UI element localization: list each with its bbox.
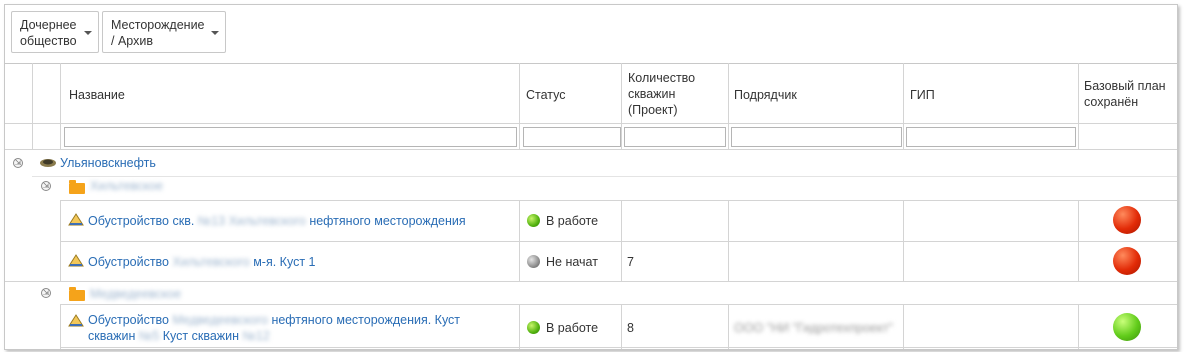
col-divider [903,63,904,149]
col-divider [32,63,33,149]
header-name[interactable]: Название [69,87,125,103]
col-divider [903,200,904,281]
col-divider [728,200,729,281]
header-baseline-saved[interactable]: Базовый план сохранён [1084,78,1166,110]
project-name-prefix[interactable]: Обустройство [88,313,169,327]
contractor-name: ООО "НИ "Гидротехпроект" [734,321,893,335]
filter-toolbar: Дочернее общество Месторождение / Архив [5,5,1177,64]
col-divider [1078,304,1079,349]
tree-group-label[interactable]: Медведеевское [90,286,181,302]
status-in-progress-icon [527,214,540,227]
col-divider [519,304,520,349]
status-text: В работе [546,321,599,335]
collapse-icon[interactable]: ⇲ [13,158,23,168]
col-divider [60,63,61,149]
row-divider [60,200,1177,201]
col-divider [621,304,622,349]
col-divider [519,63,520,149]
grid-panel: Дочернее общество Месторождение / Архив … [4,4,1178,350]
chevron-down-icon [84,31,92,35]
header-status[interactable]: Статус [526,87,566,103]
wells-filter-input[interactable] [624,127,726,147]
project-icon [68,254,84,267]
baseline-saved-icon [1113,313,1141,341]
subsidiary-filter-label: Дочернее общество [20,18,77,48]
project-name-suffix[interactable]: м-я. Куст 1 [253,255,315,269]
name-filter-input[interactable] [64,127,517,147]
col-divider [60,304,61,349]
project-name-suffix[interactable]: Куст скважин [163,329,239,343]
project-name-suffix[interactable]: нефтяного месторождения [309,214,465,228]
project-name-prefix[interactable]: Обустройство скв. [88,214,194,228]
row-divider [32,176,1177,177]
row-divider [60,347,1177,348]
folder-icon [69,180,85,194]
project-name-link[interactable]: Обустройство скв. №13 Хильтевского нефтя… [88,213,466,229]
collapse-icon[interactable]: ⇲ [41,181,51,191]
col-divider [60,200,61,281]
tree-group-label[interactable]: Хильтевское [90,178,163,194]
wells-count: 7 [627,255,634,269]
col-divider [1078,200,1079,281]
collapse-icon[interactable]: ⇲ [41,288,51,298]
row-divider [60,241,1177,242]
header-divider [5,123,1177,124]
col-divider [1078,63,1079,149]
project-name-prefix[interactable]: скважин [88,329,135,343]
col-divider [519,200,520,281]
project-name-redacted: №12 [242,329,270,343]
status-in-progress-icon [527,321,540,334]
header-gip[interactable]: ГИП [910,87,935,103]
status-text: Не начат [546,255,598,269]
baseline-not-saved-icon [1113,247,1141,275]
header-contractor[interactable]: Подрядчик [734,87,797,103]
col-divider [728,63,729,149]
wells-count: 8 [627,321,634,335]
col-divider [728,304,729,349]
project-icon [68,314,84,327]
status-filter-input[interactable] [523,127,621,147]
tree-root-label[interactable]: Ульяновскнефть [60,155,156,171]
project-name-prefix[interactable]: Обустройство [88,255,172,269]
chevron-down-icon [211,31,219,35]
filter-row-divider [5,149,1177,150]
project-icon [68,213,84,226]
row-divider [60,304,1177,305]
status-not-started-icon [527,255,540,268]
folder-icon [69,287,85,301]
row-divider [5,281,1177,282]
contractor-filter-input[interactable] [731,127,902,147]
status-text: В работе [546,214,599,228]
col-divider [621,63,622,149]
col-divider [903,304,904,349]
project-name-redacted: №5 [138,329,160,343]
col-divider [621,200,622,281]
subsidiary-filter-dropdown[interactable]: Дочернее общество [11,11,99,53]
field-archive-filter-dropdown[interactable]: Месторождение / Архив [102,11,226,53]
oil-company-icon [40,159,56,167]
project-name-redacted: Медведеевского [172,313,268,327]
project-name-redacted: Хильтевского [172,255,250,269]
baseline-not-saved-icon [1113,206,1141,234]
field-archive-filter-label: Месторождение / Архив [111,18,205,48]
project-name-redacted: №13 Хильтевского [197,214,306,228]
project-name-link-line2[interactable]: скважин №5 Куст скважин №12 [88,328,270,344]
project-name-suffix[interactable]: нефтяного месторождения. Куст [271,313,460,327]
project-name-link[interactable]: Обустройство Медведеевского нефтяного ме… [88,312,460,328]
gip-filter-input[interactable] [906,127,1076,147]
project-name-link[interactable]: Обустройство Хильтевского м-я. Куст 1 [88,254,315,270]
header-wells-count[interactable]: Количество скважин (Проект) [628,70,695,118]
